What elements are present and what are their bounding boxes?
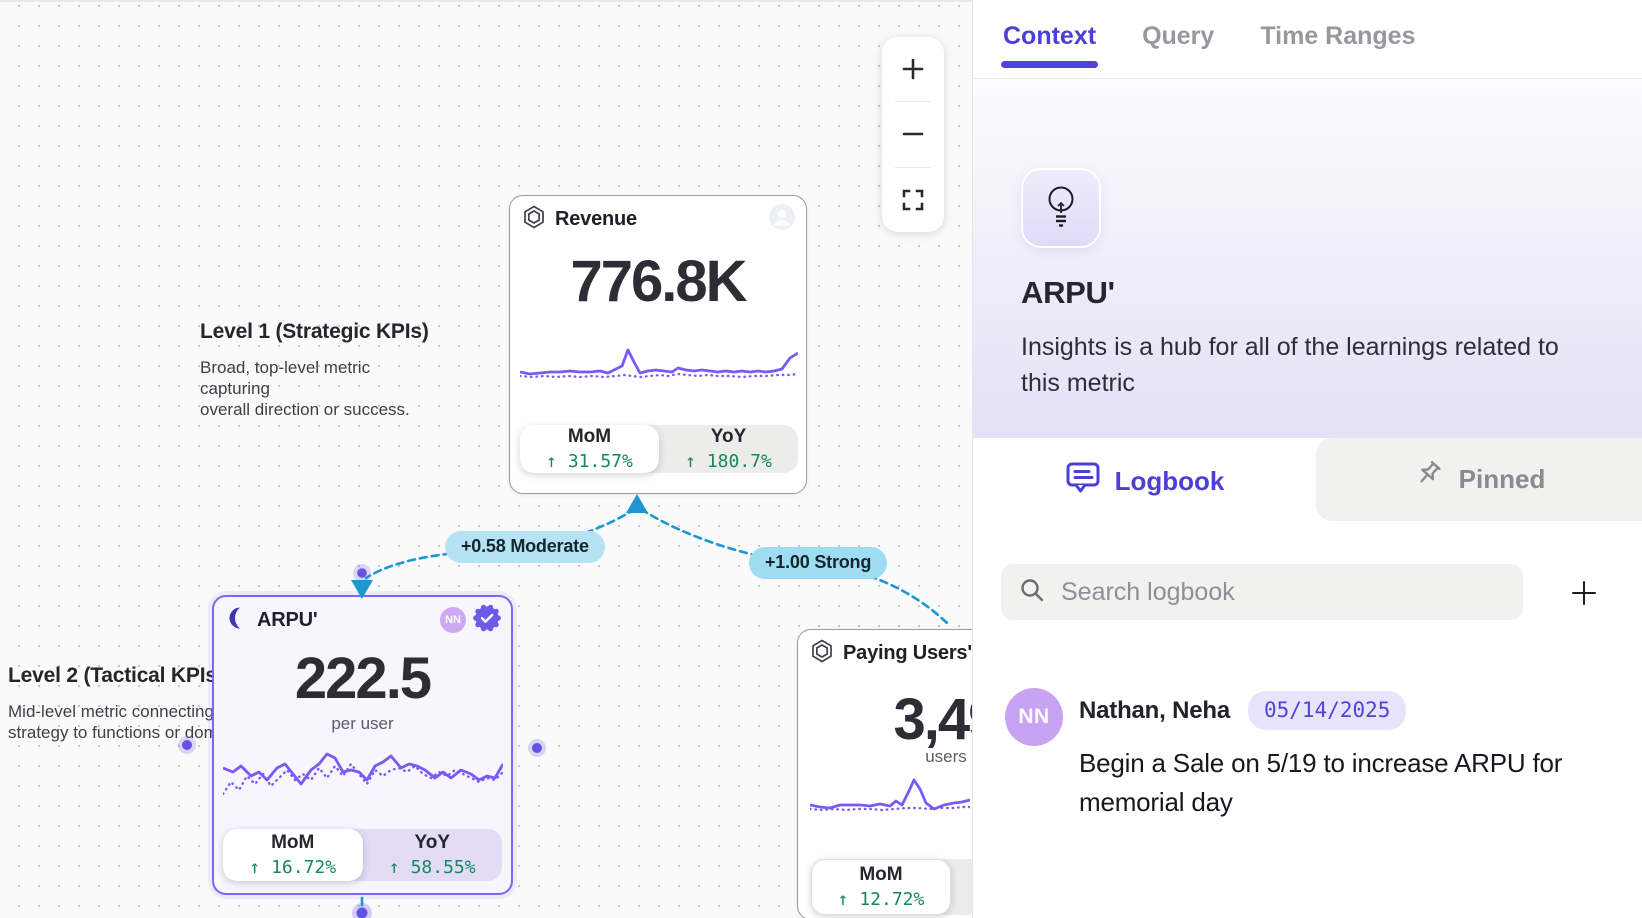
canvas-zoom-controls — [882, 37, 944, 232]
metric-node-revenue[interactable]: Revenue 776.8K MoM — [509, 195, 807, 494]
logbook-comment-icon — [1065, 461, 1101, 502]
tab-query[interactable]: Query — [1142, 22, 1214, 51]
tab-context[interactable]: Context — [1003, 22, 1096, 51]
insight-icon-container — [1021, 168, 1101, 248]
node-unit: per user — [214, 714, 511, 734]
yoy-toggle[interactable]: YoY ↑ 180.7% — [659, 425, 798, 473]
crescent-moon-icon — [226, 606, 248, 635]
revenue-sparkline — [520, 336, 798, 390]
hexagon-node-icon — [810, 639, 834, 668]
correlation-badge-strong[interactable]: +1.00 Strong — [749, 547, 887, 579]
arpu-sparkline — [223, 742, 503, 808]
mom-toggle[interactable]: MoM ↑ 31.57% — [520, 425, 659, 473]
pushpin-icon — [1413, 460, 1445, 499]
node-title: ARPU' — [257, 609, 317, 632]
level-1-annotation: Level 1 (Strategic KPIs) Broad, top-leve… — [200, 320, 440, 420]
yoy-toggle[interactable]: YoY ↑ 58.55% — [363, 829, 503, 881]
metric-tree-canvas[interactable]: Level 1 (Strategic KPIs) Broad, top-leve… — [0, 0, 972, 918]
metric-hero-section: ARPU' Insights is a hub for all of the l… — [973, 79, 1642, 438]
verified-badge-icon — [473, 604, 501, 637]
entry-date-badge: 05/14/2025 — [1248, 691, 1406, 730]
paying-users-sparkline — [810, 776, 970, 822]
entry-author: Nathan, Neha — [1079, 697, 1230, 725]
add-log-entry-button[interactable] — [1561, 570, 1607, 616]
tab-pinned-label: Pinned — [1459, 464, 1546, 495]
tab-time-ranges[interactable]: Time Ranges — [1260, 22, 1415, 51]
panel-tab-bar: Context Query Time Ranges — [973, 0, 1642, 79]
assignee-avatar[interactable]: NN — [440, 607, 466, 633]
logbook-toolbar — [1001, 564, 1642, 620]
metric-node-arpu[interactable]: ARPU' NN — [212, 595, 513, 895]
level-1-title: Level 1 (Strategic KPIs) — [200, 320, 440, 344]
metric-description: Insights is a hub for all of the learnin… — [1021, 329, 1581, 401]
zoom-in-button[interactable] — [882, 37, 944, 101]
entry-avatar: NN — [1005, 688, 1063, 746]
logbook-search[interactable] — [1001, 564, 1523, 620]
zoom-out-button[interactable] — [882, 102, 944, 166]
metric-node-paying-users[interactable]: Paying Users' 3,49 users MoM ↑ 12.72% Yo… — [797, 629, 972, 918]
lightbulb-icon — [1041, 183, 1081, 234]
owner-avatar-icon[interactable] — [768, 203, 796, 236]
node-unit: users — [798, 747, 972, 767]
tab-logbook-label: Logbook — [1115, 466, 1225, 497]
node-value: 776.8K — [510, 248, 806, 315]
hexagon-node-icon — [522, 205, 546, 234]
context-panel: Context Query Time Ranges ARPU' Insights… — [972, 0, 1642, 918]
fit-view-button[interactable] — [882, 168, 944, 232]
mom-toggle[interactable]: MoM ↑ 12.72% — [811, 859, 951, 915]
node-title: Revenue — [555, 208, 637, 231]
node-title: Paying Users' — [843, 642, 972, 665]
entry-message: Begin a Sale on 5/19 to increase ARPU fo… — [1079, 744, 1562, 822]
node-value: 3,49 — [798, 686, 972, 753]
level-1-description: Broad, top-level metric capturing overal… — [200, 357, 440, 420]
search-input[interactable] — [1061, 578, 1505, 607]
logbook-pinned-tab-bar: Logbook Pinned — [973, 438, 1642, 524]
correlation-badge-moderate[interactable]: +0.58 Moderate — [445, 531, 605, 563]
search-icon — [1019, 577, 1045, 608]
metric-name-heading: ARPU' — [1021, 275, 1115, 311]
logbook-entry[interactable]: NN Nathan, Neha 05/14/2025 Begin a Sale … — [1005, 688, 1618, 822]
tab-logbook[interactable]: Logbook — [973, 438, 1316, 524]
metric-tree-app: Level 1 (Strategic KPIs) Broad, top-leve… — [0, 0, 1642, 918]
node-value: 222.5 — [214, 645, 511, 712]
yoy-toggle[interactable]: YoY — [951, 859, 972, 915]
tab-pinned[interactable]: Pinned — [1316, 438, 1642, 521]
mom-toggle[interactable]: MoM ↑ 16.72% — [223, 829, 363, 881]
arrowhead-into-revenue — [626, 494, 648, 513]
